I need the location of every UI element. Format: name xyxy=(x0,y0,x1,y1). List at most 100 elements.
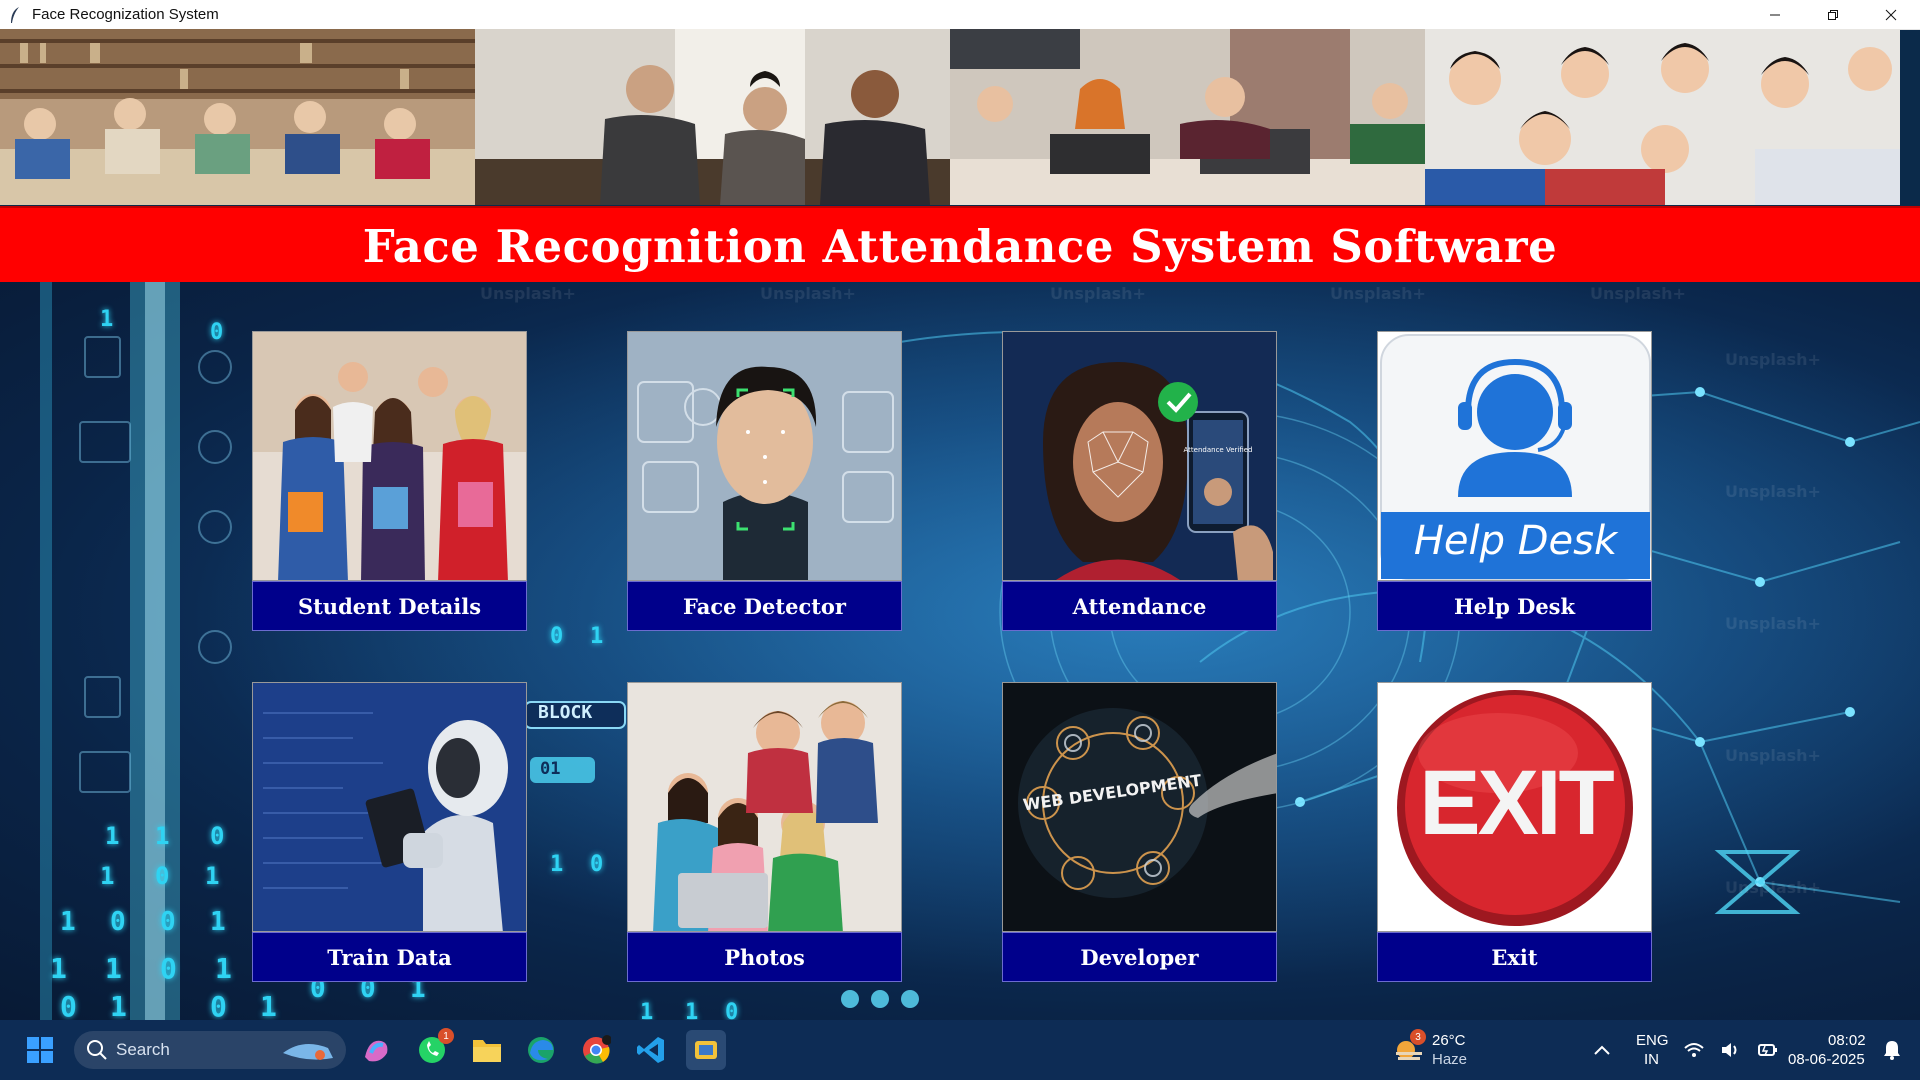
train-data-label[interactable]: Train Data xyxy=(252,932,527,982)
page-title: Face Recognition Attendance System Softw… xyxy=(362,219,1558,273)
close-button[interactable] xyxy=(1862,0,1920,29)
vscode-icon[interactable] xyxy=(631,1030,671,1070)
attendance-label[interactable]: Attendance xyxy=(1002,581,1277,631)
binary-digit: 1 xyxy=(100,862,115,890)
binary-digit: 0 xyxy=(725,1000,739,1020)
language-indicator[interactable]: ENG xyxy=(1636,1031,1669,1050)
taskbar: Search 1 3 26°C Haze ENG IN 08:02 08-06-… xyxy=(0,1020,1920,1080)
watermark-text: Unsplash+ xyxy=(480,284,576,303)
help-desk-image[interactable]: Help Desk xyxy=(1377,331,1652,581)
binary-digit: 0 xyxy=(160,952,177,985)
app-header: Face Recognition Attendance System Softw… xyxy=(0,206,1920,284)
chevron-up-icon xyxy=(1594,1045,1610,1055)
watermark-text: Unsplash+ xyxy=(1330,284,1426,303)
binary-digit: 1 xyxy=(640,1000,654,1020)
train-data-button[interactable]: Train Data xyxy=(252,682,527,982)
photos-label[interactable]: Photos xyxy=(627,932,902,982)
binary-digit: 0 xyxy=(590,852,604,877)
watermark-text: Unsplash+ xyxy=(1725,614,1821,633)
binary-digit: 1 xyxy=(50,952,67,985)
student-details-button[interactable]: Student Details xyxy=(252,331,527,631)
help-desk-label[interactable]: Help Desk xyxy=(1377,581,1652,631)
binary-digit: 1 xyxy=(100,307,114,332)
edge-browser-icon[interactable] xyxy=(521,1030,561,1070)
photos-button[interactable]: Photos xyxy=(627,682,902,982)
developer-image[interactable]: WEB DEVELOPMENT xyxy=(1002,682,1277,932)
wifi-icon xyxy=(1684,1043,1704,1057)
minimize-icon xyxy=(1770,14,1780,15)
region-indicator[interactable]: IN xyxy=(1644,1050,1659,1069)
binary-digit: 1 xyxy=(260,990,277,1020)
python-app-icon[interactable] xyxy=(686,1030,726,1070)
binary-digit: 1 xyxy=(110,990,127,1020)
windows-start-button[interactable] xyxy=(20,1030,60,1070)
notifications-button[interactable] xyxy=(1872,1030,1912,1070)
binary-digit: 0 xyxy=(110,907,126,937)
weather-icon[interactable]: 3 xyxy=(1388,1029,1428,1070)
binary-digit: 0 xyxy=(160,907,176,937)
minimize-button[interactable] xyxy=(1746,0,1804,29)
banner-image-group xyxy=(1425,29,1900,205)
clock-time[interactable]: 08:02 xyxy=(1828,1031,1866,1050)
restore-button[interactable] xyxy=(1804,0,1862,29)
attendance-button[interactable]: Attendance Verified Attendance xyxy=(1002,331,1277,631)
binary-digit: 1 xyxy=(155,822,170,850)
watermark-text: Unsplash+ xyxy=(1590,284,1686,303)
taskbar-search-box[interactable]: Search xyxy=(74,1031,346,1069)
student-details-image[interactable] xyxy=(252,331,527,581)
windows-logo-icon xyxy=(27,1037,53,1063)
weather-condition[interactable]: Haze xyxy=(1432,1050,1467,1069)
exit-label[interactable]: Exit xyxy=(1377,932,1652,982)
binary-digit: 1 xyxy=(60,907,76,937)
help-desk-button[interactable]: Help Desk Help Desk xyxy=(1377,331,1652,631)
train-data-image[interactable] xyxy=(252,682,527,932)
face-detector-button[interactable]: Face Detector xyxy=(627,331,902,631)
attendance-image[interactable]: Attendance Verified xyxy=(1002,331,1277,581)
face-detector-image[interactable] xyxy=(627,331,902,581)
close-icon xyxy=(1885,9,1897,20)
feather-app-icon xyxy=(6,6,24,24)
window-title-bar: Face Recognization System xyxy=(0,0,1920,30)
attendance-verified-text: Attendance Verified xyxy=(1184,446,1253,454)
weather-badge: 3 xyxy=(1410,1029,1426,1045)
binary-digit: 0 xyxy=(550,624,564,649)
developer-label[interactable]: Developer xyxy=(1002,932,1277,982)
whatsapp-badge: 1 xyxy=(438,1028,454,1044)
banner-image-classroom xyxy=(475,29,950,205)
copilot-icon[interactable] xyxy=(356,1030,396,1070)
clock-date[interactable]: 08-06-2025 xyxy=(1788,1050,1865,1069)
whatsapp-icon[interactable]: 1 xyxy=(412,1028,454,1070)
weather-temperature[interactable]: 26°C xyxy=(1432,1031,1466,1050)
binary-digit: 1 xyxy=(685,1000,699,1020)
window-title: Face Recognization System xyxy=(32,6,219,23)
notification-bell-icon xyxy=(1884,1041,1900,1060)
face-detector-label[interactable]: Face Detector xyxy=(627,581,902,631)
photos-image[interactable] xyxy=(627,682,902,932)
restore-icon xyxy=(1828,9,1838,20)
binary-digit: 1 xyxy=(550,852,564,877)
watermark-text: Unsplash+ xyxy=(1725,482,1821,501)
student-details-label[interactable]: Student Details xyxy=(252,581,527,631)
binary-digit: 1 xyxy=(205,862,220,890)
exit-image[interactable]: EXIT xyxy=(1377,682,1652,932)
banner-images xyxy=(0,29,1920,205)
binary-digit: 0 xyxy=(155,862,170,890)
file-explorer-icon[interactable] xyxy=(467,1030,507,1070)
block-label: BLOCK xyxy=(538,702,593,723)
battery-saver-icon xyxy=(1757,1044,1777,1056)
show-hidden-icons-button[interactable] xyxy=(1582,1030,1622,1070)
banner-image-laptops xyxy=(950,29,1425,205)
watermark-text: Unsplash+ xyxy=(1725,878,1821,897)
binary-digit: 0 xyxy=(210,990,227,1020)
chrome-browser-icon[interactable] xyxy=(576,1030,616,1070)
exit-button[interactable]: EXIT Exit xyxy=(1377,682,1652,982)
search-placeholder: Search xyxy=(116,1040,170,1059)
system-tray-status[interactable] xyxy=(1676,1030,1786,1070)
binary-digit: 1 xyxy=(210,907,226,937)
developer-button[interactable]: WEB DEVELOPMENT Developer xyxy=(1002,682,1277,982)
watermark-text: Unsplash+ xyxy=(760,284,856,303)
binary-digit: 1 xyxy=(590,624,604,649)
binary-digit: 1 xyxy=(215,952,232,985)
watermark-text: Unsplash+ xyxy=(1725,350,1821,369)
search-highlight-icon xyxy=(283,1044,333,1060)
